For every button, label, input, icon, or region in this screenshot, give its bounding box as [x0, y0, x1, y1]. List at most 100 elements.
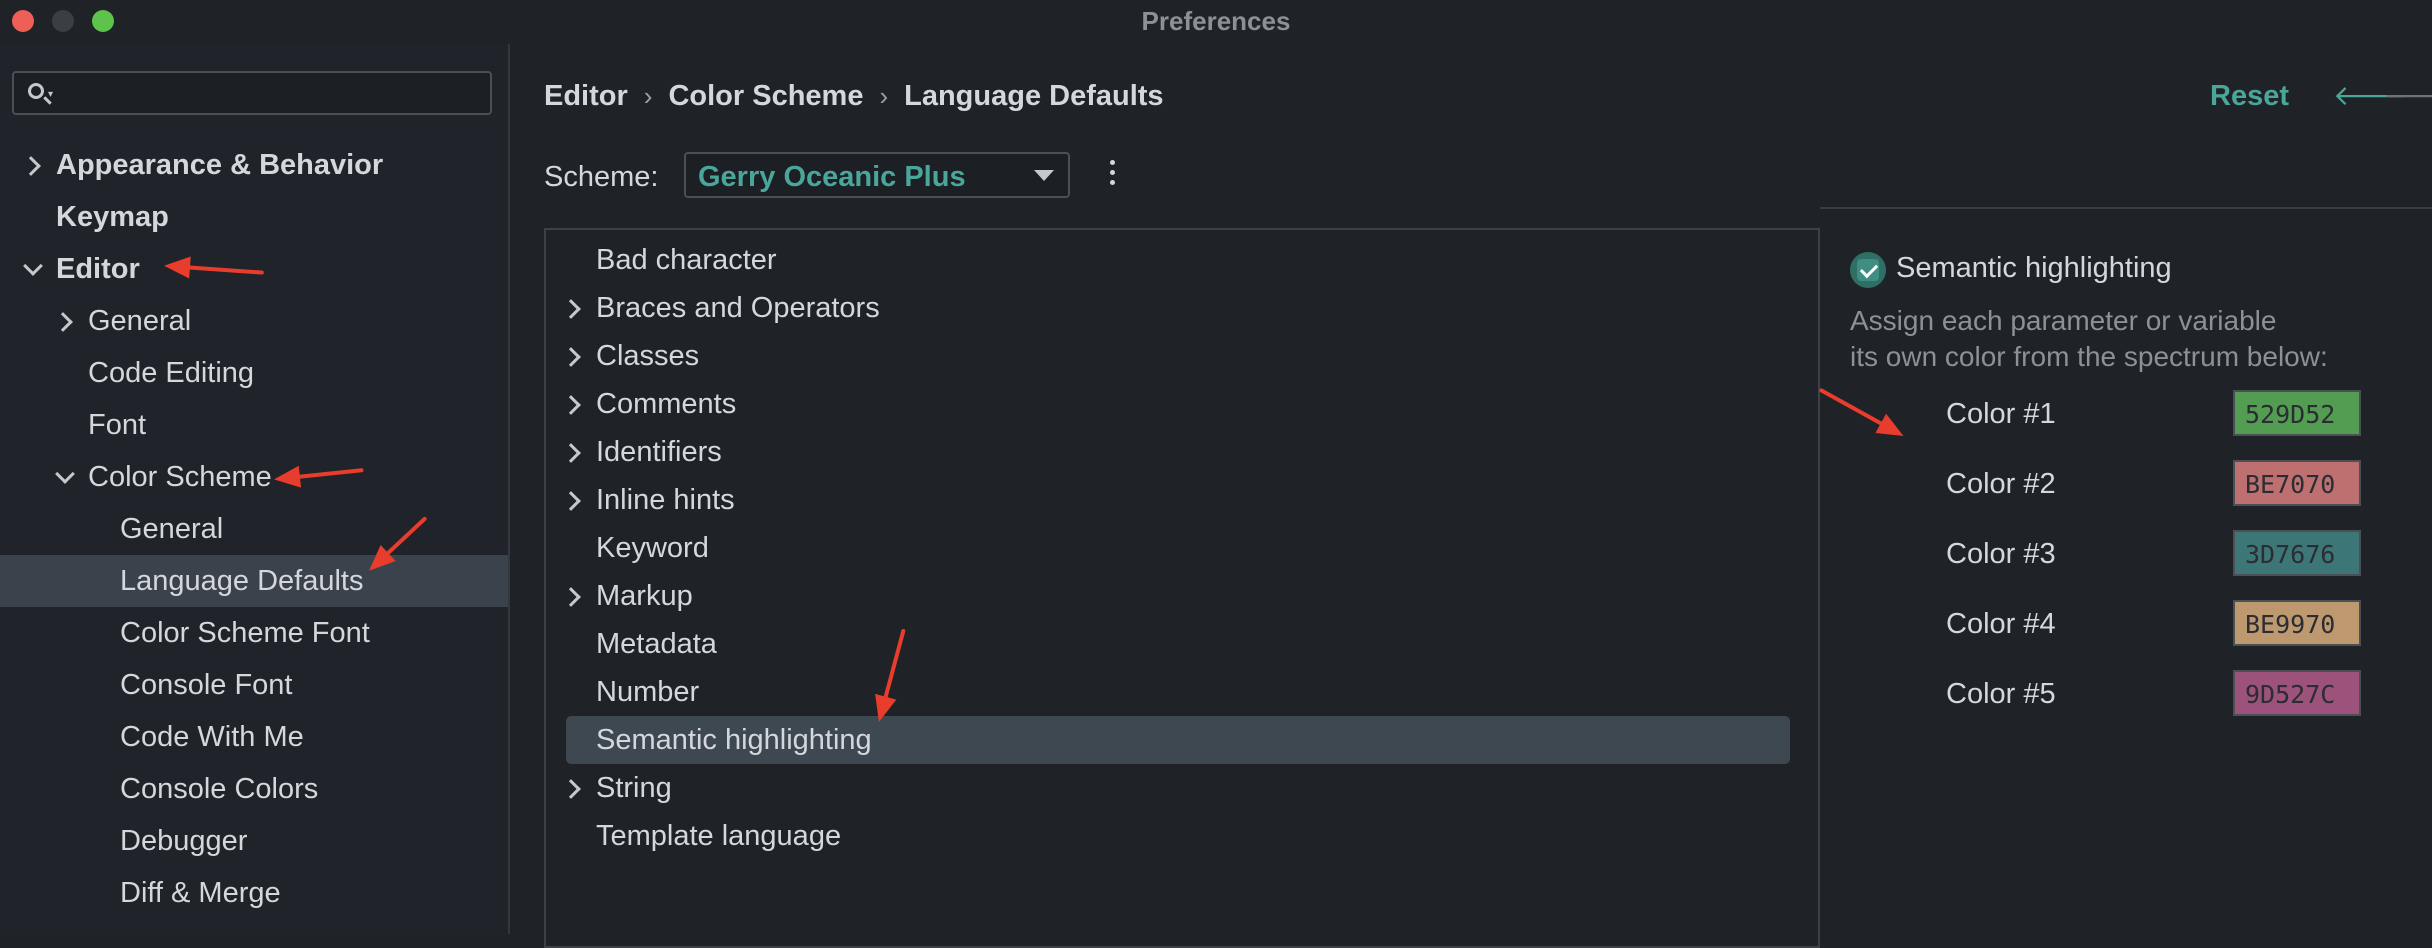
attribute-list: Bad character Braces and Operators Class… [544, 228, 1820, 948]
sidebar-item-general[interactable]: General [0, 295, 508, 347]
sidebar-item-label: Editor [56, 253, 140, 285]
list-item-label: Number [596, 676, 700, 708]
scheme-dropdown[interactable]: Gerry Oceanic Plus [684, 152, 1070, 198]
semantic-highlighting-label: Semantic highlighting [1896, 252, 2172, 284]
annotation-arrow [1818, 387, 1901, 436]
sidebar-item-label: Language Defaults [120, 565, 364, 597]
list-item-label: Markup [596, 580, 693, 612]
sidebar-item-label: General [120, 513, 224, 545]
list-item-bad-character[interactable]: Bad character [566, 236, 1790, 284]
list-item-metadata[interactable]: Metadata [566, 620, 1790, 668]
color-3-label: Color #3 [1946, 538, 2056, 570]
list-item-label: Identifiers [596, 436, 722, 468]
color-1-hex: 529D52 [2245, 400, 2336, 429]
color-1-label: Color #1 [1946, 398, 2056, 430]
sidebar-item-appearance-behavior[interactable]: Appearance & Behavior [0, 139, 508, 191]
search-box[interactable]: ▾ [12, 71, 492, 115]
search-input[interactable] [66, 77, 480, 111]
color-3-swatch[interactable]: 3D7676 [2233, 530, 2361, 576]
list-item-identifiers[interactable]: Identifiers [561, 428, 1790, 476]
sidebar-item-label: Console Font [120, 669, 293, 701]
chevron-down-icon[interactable] [23, 256, 43, 276]
chevron-right-icon[interactable] [53, 312, 73, 332]
more-options-icon[interactable] [1110, 160, 1118, 190]
sidebar-item-keymap[interactable]: Keymap [0, 191, 508, 243]
color-4-swatch[interactable]: BE9970 [2233, 600, 2361, 646]
reset-button[interactable]: Reset [2210, 80, 2289, 113]
list-item-label: Template language [596, 820, 842, 852]
sidebar-item-color-scheme-font[interactable]: Color Scheme Font [0, 607, 508, 659]
breadcrumb-item-editor[interactable]: Editor [544, 80, 628, 112]
search-icon [28, 83, 44, 99]
color-5-label: Color #5 [1946, 678, 2056, 710]
chevron-down-icon[interactable] [55, 464, 75, 484]
divider [1820, 207, 2432, 209]
list-item-label: Keyword [596, 532, 709, 564]
list-item-label: Inline hints [596, 484, 735, 516]
sidebar-item-label: Console Colors [120, 773, 319, 805]
color-2-label: Color #2 [1946, 468, 2056, 500]
sidebar-item-editor[interactable]: Editor [0, 243, 508, 295]
scheme-dropdown-value: Gerry Oceanic Plus [698, 161, 966, 193]
semantic-description-line-2: its own color from the spectrum below: [1850, 341, 2328, 372]
sidebar-item-font[interactable]: Font [0, 399, 508, 451]
sidebar-item-label: General [88, 305, 192, 337]
arrow-right-icon[interactable]: 🡒 [2383, 78, 2432, 112]
sidebar-item-code-with-me[interactable]: Code With Me [0, 711, 508, 763]
semantic-highlighting-checkbox[interactable] [1850, 252, 1886, 288]
sidebar-item-label: Debugger [120, 825, 248, 857]
chevron-right-icon[interactable] [561, 347, 581, 367]
list-item-number[interactable]: Number [566, 668, 1790, 716]
breadcrumb-item-language-defaults: Language Defaults [904, 80, 1164, 112]
breadcrumb-separator: › [643, 81, 653, 111]
settings-sidebar: ▾ Appearance & Behavior Keymap Editor Ge… [0, 44, 510, 934]
window-title: Preferences [1141, 6, 1291, 36]
color-1-swatch[interactable]: 529D52 [2233, 390, 2361, 436]
color-2-swatch[interactable]: BE7070 [2233, 460, 2361, 506]
sidebar-item-label: Keymap [56, 201, 169, 233]
list-item-comments[interactable]: Comments [561, 380, 1790, 428]
list-item-inline-hints[interactable]: Inline hints [561, 476, 1790, 524]
color-5-swatch[interactable]: 9D527C [2233, 670, 2361, 716]
dropdown-arrow-icon [1034, 170, 1054, 181]
search-options-icon[interactable]: ▾ [48, 89, 53, 100]
color-3-hex: 3D7676 [2245, 540, 2336, 569]
scheme-label: Scheme: [544, 161, 659, 193]
list-item-label: Classes [596, 340, 700, 372]
chevron-right-icon[interactable] [561, 587, 581, 607]
breadcrumb-separator: › [879, 81, 889, 111]
list-item-keyword[interactable]: Keyword [566, 524, 1790, 572]
list-item-template-language[interactable]: Template language [566, 812, 1790, 860]
chevron-right-icon[interactable] [561, 491, 581, 511]
sidebar-item-label: Code With Me [120, 721, 304, 753]
sidebar-item-language-defaults[interactable]: Language Defaults [0, 555, 508, 607]
sidebar-item-label: Font [88, 409, 147, 441]
chevron-right-icon[interactable] [561, 443, 581, 463]
list-item-label: Semantic highlighting [596, 724, 872, 756]
list-item-classes[interactable]: Classes [561, 332, 1790, 380]
chevron-right-icon[interactable] [21, 156, 41, 176]
list-item-markup[interactable]: Markup [561, 572, 1790, 620]
sidebar-item-code-editing[interactable]: Code Editing [0, 347, 508, 399]
title-bar: Preferences [0, 0, 2432, 44]
sidebar-item-console-font[interactable]: Console Font [0, 659, 508, 711]
color-4-label: Color #4 [1946, 608, 2056, 640]
sidebar-item-color-scheme[interactable]: Color Scheme [0, 451, 508, 503]
list-item-label: Metadata [596, 628, 717, 660]
chevron-right-icon[interactable] [561, 299, 581, 319]
sidebar-item-diff-merge[interactable]: Diff & Merge [0, 867, 508, 919]
list-item-semantic-highlighting[interactable]: Semantic highlighting [566, 716, 1790, 764]
chevron-right-icon[interactable] [561, 395, 581, 415]
sidebar-item-label: Color Scheme Font [120, 617, 370, 649]
list-item-braces-and-operators[interactable]: Braces and Operators [561, 284, 1790, 332]
sidebar-item-debugger[interactable]: Debugger [0, 815, 508, 867]
chevron-right-icon[interactable] [561, 779, 581, 799]
sidebar-item-label: Diff & Merge [120, 877, 281, 909]
list-item-string[interactable]: String [561, 764, 1790, 812]
breadcrumb: Editor › Color Scheme › Language Defaults [544, 80, 1164, 113]
sidebar-item-label: Color Scheme [88, 461, 272, 493]
sidebar-item-console-colors[interactable]: Console Colors [0, 763, 508, 815]
breadcrumb-item-color-scheme[interactable]: Color Scheme [668, 80, 863, 112]
color-5-hex: 9D527C [2245, 680, 2336, 709]
sidebar-item-color-scheme-general[interactable]: General [0, 503, 508, 555]
